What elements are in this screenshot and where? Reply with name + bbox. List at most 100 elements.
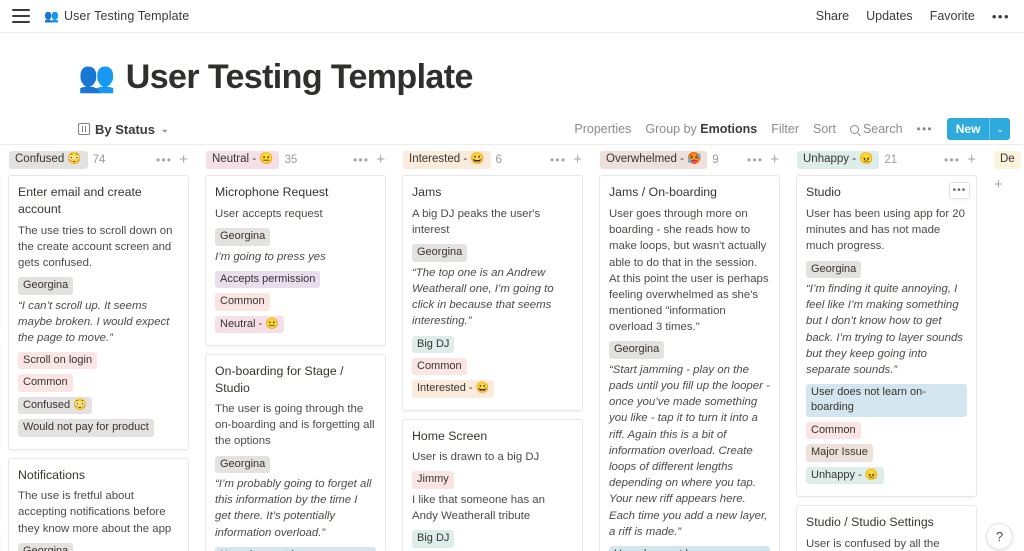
board-card[interactable]: ••• Studio User has been using app for 20 … (796, 175, 977, 498)
card-person-row: Georgina (806, 259, 967, 278)
column-more-options-icon[interactable]: ••• (747, 154, 763, 166)
person-tag[interactable]: Georgina (806, 260, 862, 278)
filter-button[interactable]: Filter (771, 122, 799, 136)
card-more-options-icon[interactable]: ••• (949, 182, 970, 200)
card-tag[interactable]: Big DJ (412, 530, 455, 548)
view-more-options-icon[interactable]: ••• (917, 122, 933, 136)
view-tab-by-status[interactable]: By Status ⌄ (78, 122, 169, 137)
column-more-options-icon[interactable]: ••• (944, 154, 960, 166)
board-column: Interested - 😀 6 ••• + Jams A big DJ peaks th… (394, 145, 591, 551)
add-card-icon[interactable]: + (967, 152, 976, 167)
card-tag-row: User does not learn on-boarding (806, 382, 967, 417)
board-card[interactable]: On-boarding for Stage / Studio The user i… (205, 353, 386, 551)
column-chip[interactable]: Unhappy - 😠 (797, 150, 880, 170)
new-button[interactable]: New ⌄ (946, 118, 1010, 141)
column-more-options-icon[interactable]: ••• (156, 154, 172, 166)
favorite-button[interactable]: Favorite (930, 9, 975, 23)
board-column: Neutral - 😐 35 ••• + Microphone Request User … (197, 145, 394, 551)
share-button[interactable]: Share (816, 9, 849, 23)
column-body-partial: + (993, 174, 1024, 192)
card-description: The use tries to scroll down on the crea… (18, 224, 173, 269)
sort-button[interactable]: Sort (813, 122, 836, 136)
hamburger-menu-icon[interactable] (12, 9, 30, 23)
group-by-button[interactable]: Group by Emotions (645, 122, 757, 136)
breadcrumb[interactable]: User Testing Template (64, 9, 189, 23)
column-header-actions: ••• + (944, 152, 976, 167)
view-toolbar: By Status ⌄ Properties Group by Emotions… (0, 114, 1024, 144)
group-by-value: Emotions (700, 122, 758, 137)
card-tag[interactable]: Major Issue (806, 444, 873, 462)
card-quote: “I’m probably going to forget all this i… (215, 478, 372, 539)
person-tag[interactable]: Georgina (215, 455, 271, 474)
page-people-icon: 👥 (78, 61, 115, 95)
card-tag[interactable]: Would not pay for product (18, 419, 154, 437)
card-tag[interactable]: Big DJ (412, 335, 455, 353)
card-tag[interactable]: User does not learn on-boarding (609, 545, 770, 551)
column-chip[interactable]: Confused 😳 (9, 150, 88, 170)
column-chip[interactable]: Interested - 😀 (403, 150, 491, 170)
card-tag[interactable]: User does not learn on-boarding (806, 384, 967, 417)
card-tag-row: Confused 😳 (18, 395, 179, 415)
card-tag-row: Common (18, 372, 179, 392)
card-tag[interactable]: Neutral - 😐 (215, 315, 284, 333)
column-chip[interactable]: Neutral - 😐 (206, 150, 280, 170)
view-toolbar-actions: Properties Group by Emotions Filter Sort… (574, 118, 1010, 141)
card-description: User is confused by all the buttons and … (806, 537, 940, 550)
card-tag[interactable]: Common (806, 421, 861, 440)
add-card-icon[interactable]: + (770, 152, 779, 167)
card-tag-row: Accepts permission (215, 269, 376, 289)
card-title: Home Screen (412, 428, 488, 443)
card-quote: “Start jamming - play on the pads until … (609, 363, 770, 538)
card-title: Microphone Request (215, 185, 329, 200)
board-card[interactable]: Enter email and create account The use tr… (8, 175, 189, 450)
card-quote-plain: I like that someone has an Andy Weathera… (412, 493, 545, 523)
page-title: 👥 User Testing Template (78, 58, 1024, 96)
person-tag[interactable]: Jimmy (412, 471, 454, 489)
column-emoji-icon: 😳 (67, 153, 82, 166)
add-card-icon[interactable]: + (573, 152, 582, 167)
card-quote: “I’m finding it quite annoying, I feel l… (806, 282, 964, 376)
person-tag[interactable]: Georgina (18, 542, 74, 551)
board-card[interactable]: Jams A big DJ peaks the user's interest Ge… (402, 175, 583, 411)
card-tag[interactable]: Common (215, 293, 270, 311)
new-button-chevron-down-icon[interactable]: ⌄ (990, 118, 1010, 140)
column-more-options-icon[interactable]: ••• (353, 154, 369, 166)
column-more-options-icon[interactable]: ••• (550, 154, 566, 166)
board-card[interactable]: Jams / On-boarding User goes through more… (599, 175, 780, 551)
board-card[interactable]: Studio / Studio Settings User is confused… (796, 505, 977, 551)
search-button[interactable]: Search (849, 122, 903, 137)
card-tag-row: User does not learn on-boarding (609, 544, 770, 551)
card-tag[interactable]: Scroll on login (18, 352, 98, 370)
more-options-icon[interactable]: ••• (992, 9, 1010, 24)
search-label: Search (862, 122, 903, 137)
column-count: 35 (284, 153, 298, 166)
add-card-icon[interactable]: + (993, 175, 1024, 192)
card-tag-row: Major Issue (806, 442, 967, 462)
card-tag[interactable]: Common (412, 357, 467, 376)
add-card-icon[interactable]: + (179, 152, 188, 167)
updates-button[interactable]: Updates (866, 9, 913, 23)
card-tag-row: Big DJ (412, 528, 573, 548)
column-emoji-icon: 😀 (470, 153, 485, 166)
column-body: Microphone Request User accepts request Ge… (205, 174, 386, 551)
properties-button[interactable]: Properties (574, 122, 631, 136)
card-tag[interactable]: Interested - 😀 (412, 380, 495, 398)
person-tag[interactable]: Georgina (215, 228, 271, 246)
card-tag[interactable]: User does not learn on-boarding (215, 546, 376, 551)
add-card-icon[interactable]: + (376, 152, 385, 167)
board-card[interactable]: Home Screen User is drawn to a big DJ Jimm… (402, 418, 583, 551)
column-chip[interactable]: Overwhelmed - 🥵 (600, 150, 708, 170)
card-tag[interactable]: Unhappy - 😠 (806, 466, 884, 485)
card-tag[interactable]: Common (18, 374, 73, 392)
board-card[interactable]: Microphone Request User accepts request Ge… (205, 175, 386, 346)
person-tag[interactable]: Georgina (609, 341, 665, 359)
column-chip-partial[interactable]: De (994, 150, 1021, 170)
card-tag[interactable]: Accepts permission (215, 270, 321, 289)
card-description: User is drawn to a big DJ (412, 451, 540, 464)
card-tag[interactable]: Confused 😳 (18, 396, 92, 415)
card-quote: I’m going to press yes (215, 250, 326, 263)
group-by-label: Group by (645, 122, 701, 137)
person-tag[interactable]: Georgina (412, 244, 468, 262)
person-tag[interactable]: Georgina (18, 277, 74, 295)
board-card[interactable]: Notifications The use is fretful about ac… (8, 457, 189, 551)
